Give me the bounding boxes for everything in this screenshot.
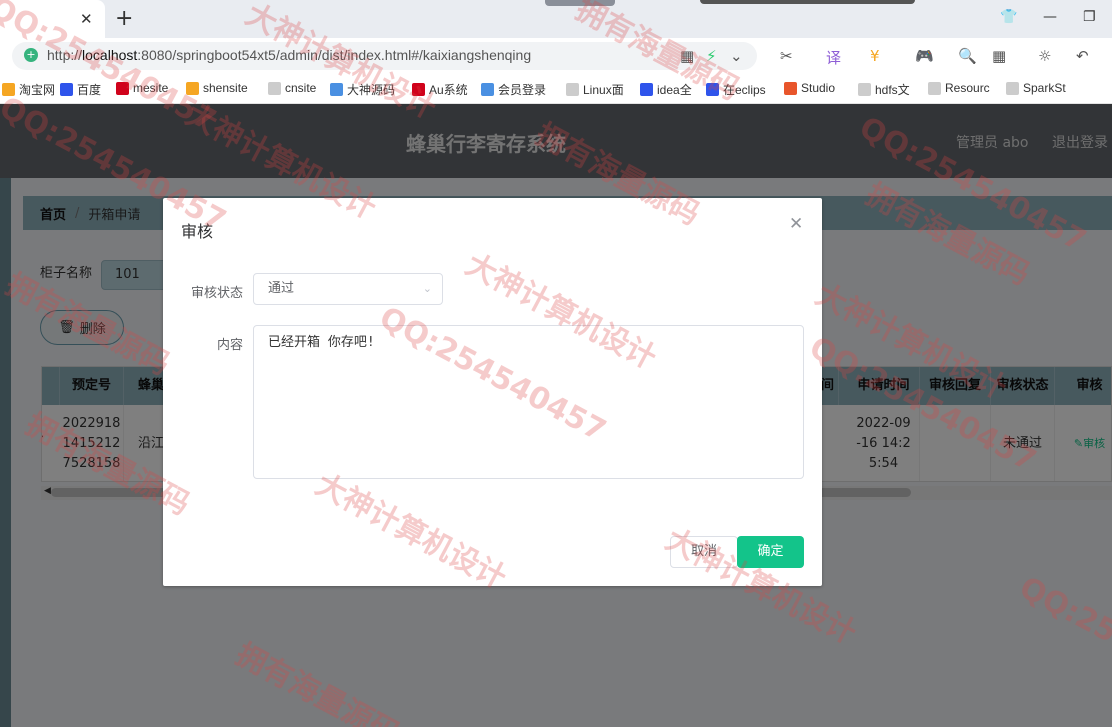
bookmarks-bar: 淘宝网 百度 mesite shensite cnsite 大神源码 Au系统 会员登录 Lin… <box>0 74 1112 104</box>
bookmark-icon <box>60 83 73 96</box>
bookmark-label: hdfs文 <box>875 83 910 97</box>
dialog-title: 审核 <box>181 222 214 241</box>
new-tab-icon[interactable]: + <box>115 6 133 31</box>
bookmark-item[interactable]: Au系统 <box>412 81 468 98</box>
bookmark-item[interactable]: 淘宝网 <box>2 81 55 98</box>
shield-icon[interactable]: + <box>24 48 38 62</box>
review-dialog: 审核 ✕ 审核状态 通过 ⌄ 内容 已经开箱 你存吧! 取消 确定 <box>163 198 822 586</box>
browser-tab-active[interactable]: ✕ <box>0 0 105 38</box>
bookmark-item[interactable]: Linux面 <box>566 81 624 98</box>
chevron-down-icon: ⌄ <box>422 282 432 295</box>
bookmark-label: Studio <box>801 81 836 95</box>
shirt-icon[interactable]: 👕 <box>1000 9 1017 25</box>
bookmark-icon <box>330 83 343 96</box>
bookmark-label: mesite <box>133 81 169 95</box>
bookmark-item[interactable]: 大神源码 <box>330 81 395 98</box>
bookmark-item[interactable]: cnsite <box>268 81 316 95</box>
bookmark-label: SparkSt <box>1023 81 1066 95</box>
bookmark-icon <box>928 81 941 95</box>
bookmark-item[interactable]: shensite <box>186 81 248 95</box>
close-icon[interactable]: ✕ <box>789 214 803 234</box>
search-icon[interactable]: 🔍 <box>958 47 977 65</box>
game-icon[interactable]: 🎮 <box>915 47 934 65</box>
chevron-down-icon[interactable]: ⌄ <box>730 47 743 65</box>
bookmark-label: Resourc <box>945 81 990 95</box>
bookmark-label: Au系统 <box>429 83 468 97</box>
bookmark-icon <box>706 83 719 96</box>
bookmark-icon <box>186 81 199 95</box>
bookmark-item[interactable]: 百度 <box>60 81 101 98</box>
tab-thumbnail <box>545 0 615 6</box>
bookmark-icon <box>1006 81 1019 95</box>
bookmark-label: Linux面 <box>583 83 624 97</box>
bookmark-icon <box>2 83 15 96</box>
bookmark-icon <box>268 81 281 95</box>
bookmark-item[interactable]: Studio <box>784 81 835 95</box>
status-select-value: 通过 <box>268 281 295 296</box>
qr-code-icon[interactable]: ▦ <box>680 47 694 65</box>
bookmark-label: 会员登录 <box>498 83 547 97</box>
browser-tab-bar: ✕ + 👕 — ❐ <box>0 0 1112 38</box>
maximize-icon[interactable]: ❐ <box>1083 9 1096 25</box>
status-label: 审核状态 <box>191 286 244 301</box>
bookmark-item[interactable]: 在eclips <box>706 81 766 98</box>
sun-icon[interactable]: ☼ <box>1038 47 1051 65</box>
bookmark-item[interactable]: idea全 <box>640 81 692 98</box>
bookmark-label: 在eclips <box>723 83 766 97</box>
bookmark-label: 淘宝网 <box>19 83 56 97</box>
bookmark-label: cnsite <box>285 81 317 95</box>
minimize-icon[interactable]: — <box>1043 9 1057 25</box>
bookmark-icon <box>784 81 797 95</box>
tab-strip <box>700 0 915 4</box>
tab-close-icon[interactable]: ✕ <box>80 10 93 28</box>
bookmark-label: shensite <box>203 81 248 95</box>
bookmark-item[interactable]: hdfs文 <box>858 81 910 98</box>
bookmark-icon <box>116 81 129 95</box>
status-select[interactable]: 通过 ⌄ <box>253 273 443 305</box>
url-text[interactable]: http://localhost:8080/springboot54xt5/ad… <box>47 47 531 63</box>
scissors-icon[interactable]: ✂ <box>780 47 793 65</box>
confirm-button[interactable]: 确定 <box>737 536 804 568</box>
content-textarea[interactable]: 已经开箱 你存吧! <box>253 325 804 479</box>
cancel-button[interactable]: 取消 <box>670 536 738 568</box>
undo-icon[interactable]: ↶ <box>1076 47 1089 65</box>
bookmark-item[interactable]: 会员登录 <box>481 81 546 98</box>
bookmark-icon <box>566 83 579 96</box>
coin-icon[interactable]: ¥ <box>870 47 880 65</box>
bookmark-item[interactable]: Resourc <box>928 81 990 95</box>
content-label: 内容 <box>217 338 244 353</box>
address-bar: + http://localhost:8080/springboot54xt5/… <box>0 38 1112 74</box>
bookmark-label: idea全 <box>657 83 692 97</box>
bookmark-label: 百度 <box>77 83 102 97</box>
bookmark-label: 大神源码 <box>347 83 396 97</box>
bookmark-icon <box>412 83 425 96</box>
bookmark-icon <box>481 83 494 96</box>
bookmark-icon <box>858 83 871 96</box>
bookmark-icon <box>640 83 653 96</box>
lightning-icon[interactable]: ⚡ <box>706 47 717 65</box>
bookmark-item[interactable]: mesite <box>116 81 168 95</box>
grid-icon[interactable]: ▦ <box>992 47 1006 65</box>
translate-icon[interactable]: 译 <box>826 47 841 68</box>
bookmark-item[interactable]: SparkSt <box>1006 81 1066 95</box>
